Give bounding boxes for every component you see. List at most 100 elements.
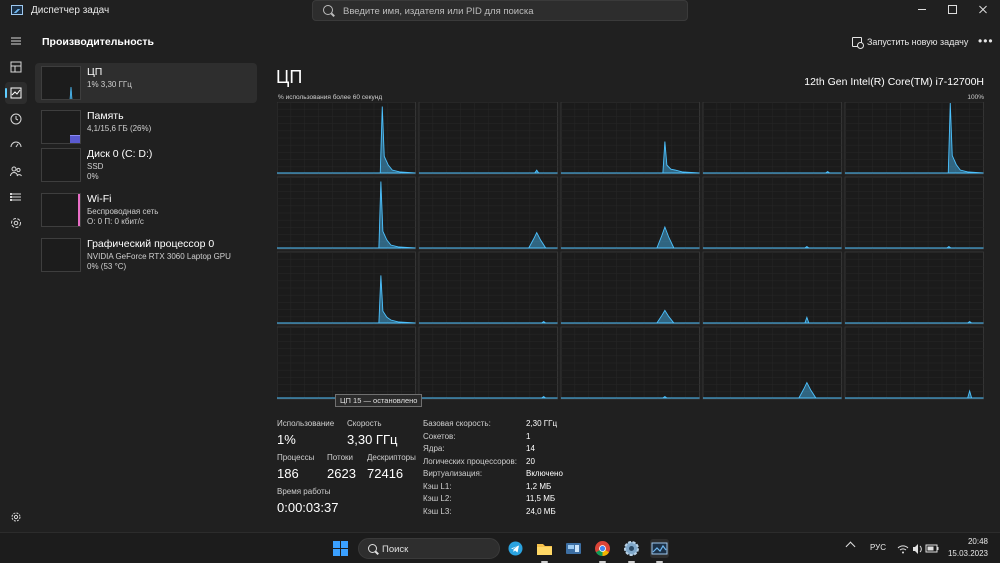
- taskbar-settings[interactable]: [622, 539, 641, 563]
- chrome-icon: [595, 541, 610, 556]
- task-manager-app-icon: [11, 5, 23, 15]
- more-options-button[interactable]: •••: [978, 34, 994, 48]
- nav-details[interactable]: [5, 186, 27, 208]
- clock-date[interactable]: 15.03.2023: [940, 549, 988, 558]
- search-input[interactable]: [343, 4, 673, 18]
- nav-app-history[interactable]: [5, 108, 27, 130]
- perf-item-detail: 1% 3,30 ГГц: [87, 80, 132, 89]
- taskbar-telegram[interactable]: [506, 539, 525, 558]
- processes-value: 186: [277, 466, 299, 481]
- spec-logical-value: 20: [526, 457, 535, 466]
- spec-logical-label: Логических процессоров:: [423, 457, 517, 466]
- cpu-core-graph-14[interactable]: [844, 251, 984, 325]
- minimize-button[interactable]: [908, 0, 938, 20]
- start-button[interactable]: [333, 541, 348, 556]
- memory-thumbnail-graph: [41, 110, 81, 144]
- spec-cores-label: Ядра:: [423, 444, 445, 453]
- disk-thumbnail-graph: [41, 148, 81, 182]
- perf-item-cpu[interactable]: ЦП 1% 3,30 ГГц: [35, 63, 257, 103]
- spec-base-speed-label: Базовая скорость:: [423, 419, 491, 428]
- perf-item-name: Диск 0 (C: D:): [87, 148, 153, 160]
- perf-item-gpu[interactable]: Графический процессор 0 NVIDIA GeForce R…: [35, 235, 257, 275]
- search-box[interactable]: [312, 0, 688, 21]
- gpu-thumbnail-graph: [41, 238, 81, 272]
- nav-users[interactable]: [5, 160, 27, 182]
- threads-label: Потоки: [327, 453, 354, 462]
- spec-l1-label: Кэш L1:: [423, 482, 452, 491]
- nav-processes[interactable]: [5, 56, 27, 78]
- windows-logo-icon: [333, 541, 340, 548]
- task-view-icon: [566, 543, 581, 554]
- taskbar-task-view[interactable]: [564, 539, 583, 558]
- uptime-label: Время работы: [277, 487, 331, 496]
- tray-overflow-chevron-icon[interactable]: [845, 541, 856, 552]
- cpu-core-graph-16[interactable]: [418, 326, 558, 400]
- handles-value: 72416: [367, 466, 404, 481]
- processes-icon: [10, 61, 22, 73]
- maximize-button[interactable]: [938, 0, 968, 20]
- wifi-thumbnail-graph: [41, 193, 81, 227]
- graph-caption: % использования более 60 секунд: [278, 94, 383, 101]
- cpu-core-graph-8[interactable]: [702, 176, 842, 250]
- cpu-core-graph-19[interactable]: [844, 326, 984, 400]
- perf-item-detail: SSD: [87, 162, 104, 171]
- performance-icon: [10, 87, 22, 99]
- spec-l3-value: 24,0 МБ: [526, 507, 556, 516]
- tray-status-icons[interactable]: [897, 542, 939, 560]
- services-icon: [11, 218, 21, 228]
- cpu-core-graph-15[interactable]: [277, 326, 416, 400]
- nav-services[interactable]: [5, 212, 27, 234]
- cpu-core-graph-18[interactable]: [702, 326, 842, 400]
- perf-item-disk[interactable]: Диск 0 (C: D:) SSD 0%: [35, 145, 257, 185]
- spec-l1-value: 1,2 МБ: [526, 482, 552, 491]
- perf-item-detail-2: 0% (53 °C): [87, 262, 127, 271]
- spec-sockets-label: Сокетов:: [423, 432, 456, 441]
- title-bar: Диспетчер задач: [0, 0, 1000, 22]
- taskbar-chrome[interactable]: [593, 539, 612, 563]
- cpu-core-graph-3[interactable]: [702, 102, 842, 175]
- cpu-core-graph-11[interactable]: [418, 251, 558, 325]
- cpu-core-graph-5[interactable]: [277, 176, 416, 250]
- spec-base-speed-value: 2,30 ГГц: [526, 419, 558, 428]
- users-icon: [10, 166, 22, 177]
- speed-label: Скорость: [347, 419, 382, 428]
- cpu-core-graph-10[interactable]: [277, 251, 416, 325]
- perf-item-memory[interactable]: Память 4,1/15,6 ГБ (26%): [35, 107, 257, 147]
- volume-icon: [913, 544, 922, 554]
- close-button[interactable]: [968, 0, 998, 20]
- cpu-core-graph-7[interactable]: [560, 176, 700, 250]
- taskbar-search[interactable]: Поиск: [358, 538, 500, 559]
- cpu-core-graph-13[interactable]: [702, 251, 842, 325]
- cpu-core-graph-1[interactable]: [418, 102, 558, 175]
- nav-performance[interactable]: [5, 82, 27, 104]
- cpu-core-graph-2[interactable]: [560, 102, 700, 175]
- speed-value: 3,30 ГГц: [347, 432, 398, 447]
- cpu-core-graph-9[interactable]: [844, 176, 984, 250]
- cpu-thumbnail-graph: [41, 66, 81, 100]
- nav-startup[interactable]: [5, 134, 27, 156]
- battery-icon: [925, 544, 939, 553]
- spec-l3-label: Кэш L3:: [423, 507, 452, 516]
- perf-item-wifi[interactable]: Wi-Fi Беспроводная сеть О: 0 П: 0 кбит/с: [35, 190, 257, 230]
- taskbar-task-manager[interactable]: [650, 539, 669, 563]
- cpu-core-graph-0[interactable]: [277, 102, 416, 175]
- usage-label: Использование: [277, 419, 335, 428]
- cpu-core-graph-12[interactable]: [560, 251, 700, 325]
- window-title: Диспетчер задач: [31, 5, 110, 16]
- taskbar-search-label: Поиск: [382, 544, 409, 555]
- nav-settings[interactable]: [5, 506, 27, 528]
- uptime-value: 0:00:03:37: [277, 500, 339, 515]
- run-new-task-button[interactable]: Запустить новую задачу: [852, 34, 968, 50]
- cpu-core-graph-6[interactable]: [418, 176, 558, 250]
- nav-menu-button[interactable]: [5, 30, 27, 52]
- page-title: Производительность: [42, 36, 154, 48]
- taskbar-file-explorer[interactable]: [535, 539, 554, 563]
- core-tooltip: ЦП 15 — остановлено: [335, 394, 423, 407]
- app-history-icon: [10, 113, 22, 125]
- search-icon: [323, 5, 333, 15]
- cpu-core-graph-17[interactable]: [560, 326, 700, 400]
- input-language[interactable]: РУС: [870, 543, 886, 552]
- spec-sockets-value: 1: [526, 432, 531, 441]
- clock-time[interactable]: 20:48: [940, 537, 988, 546]
- cpu-core-graph-4[interactable]: [844, 102, 984, 175]
